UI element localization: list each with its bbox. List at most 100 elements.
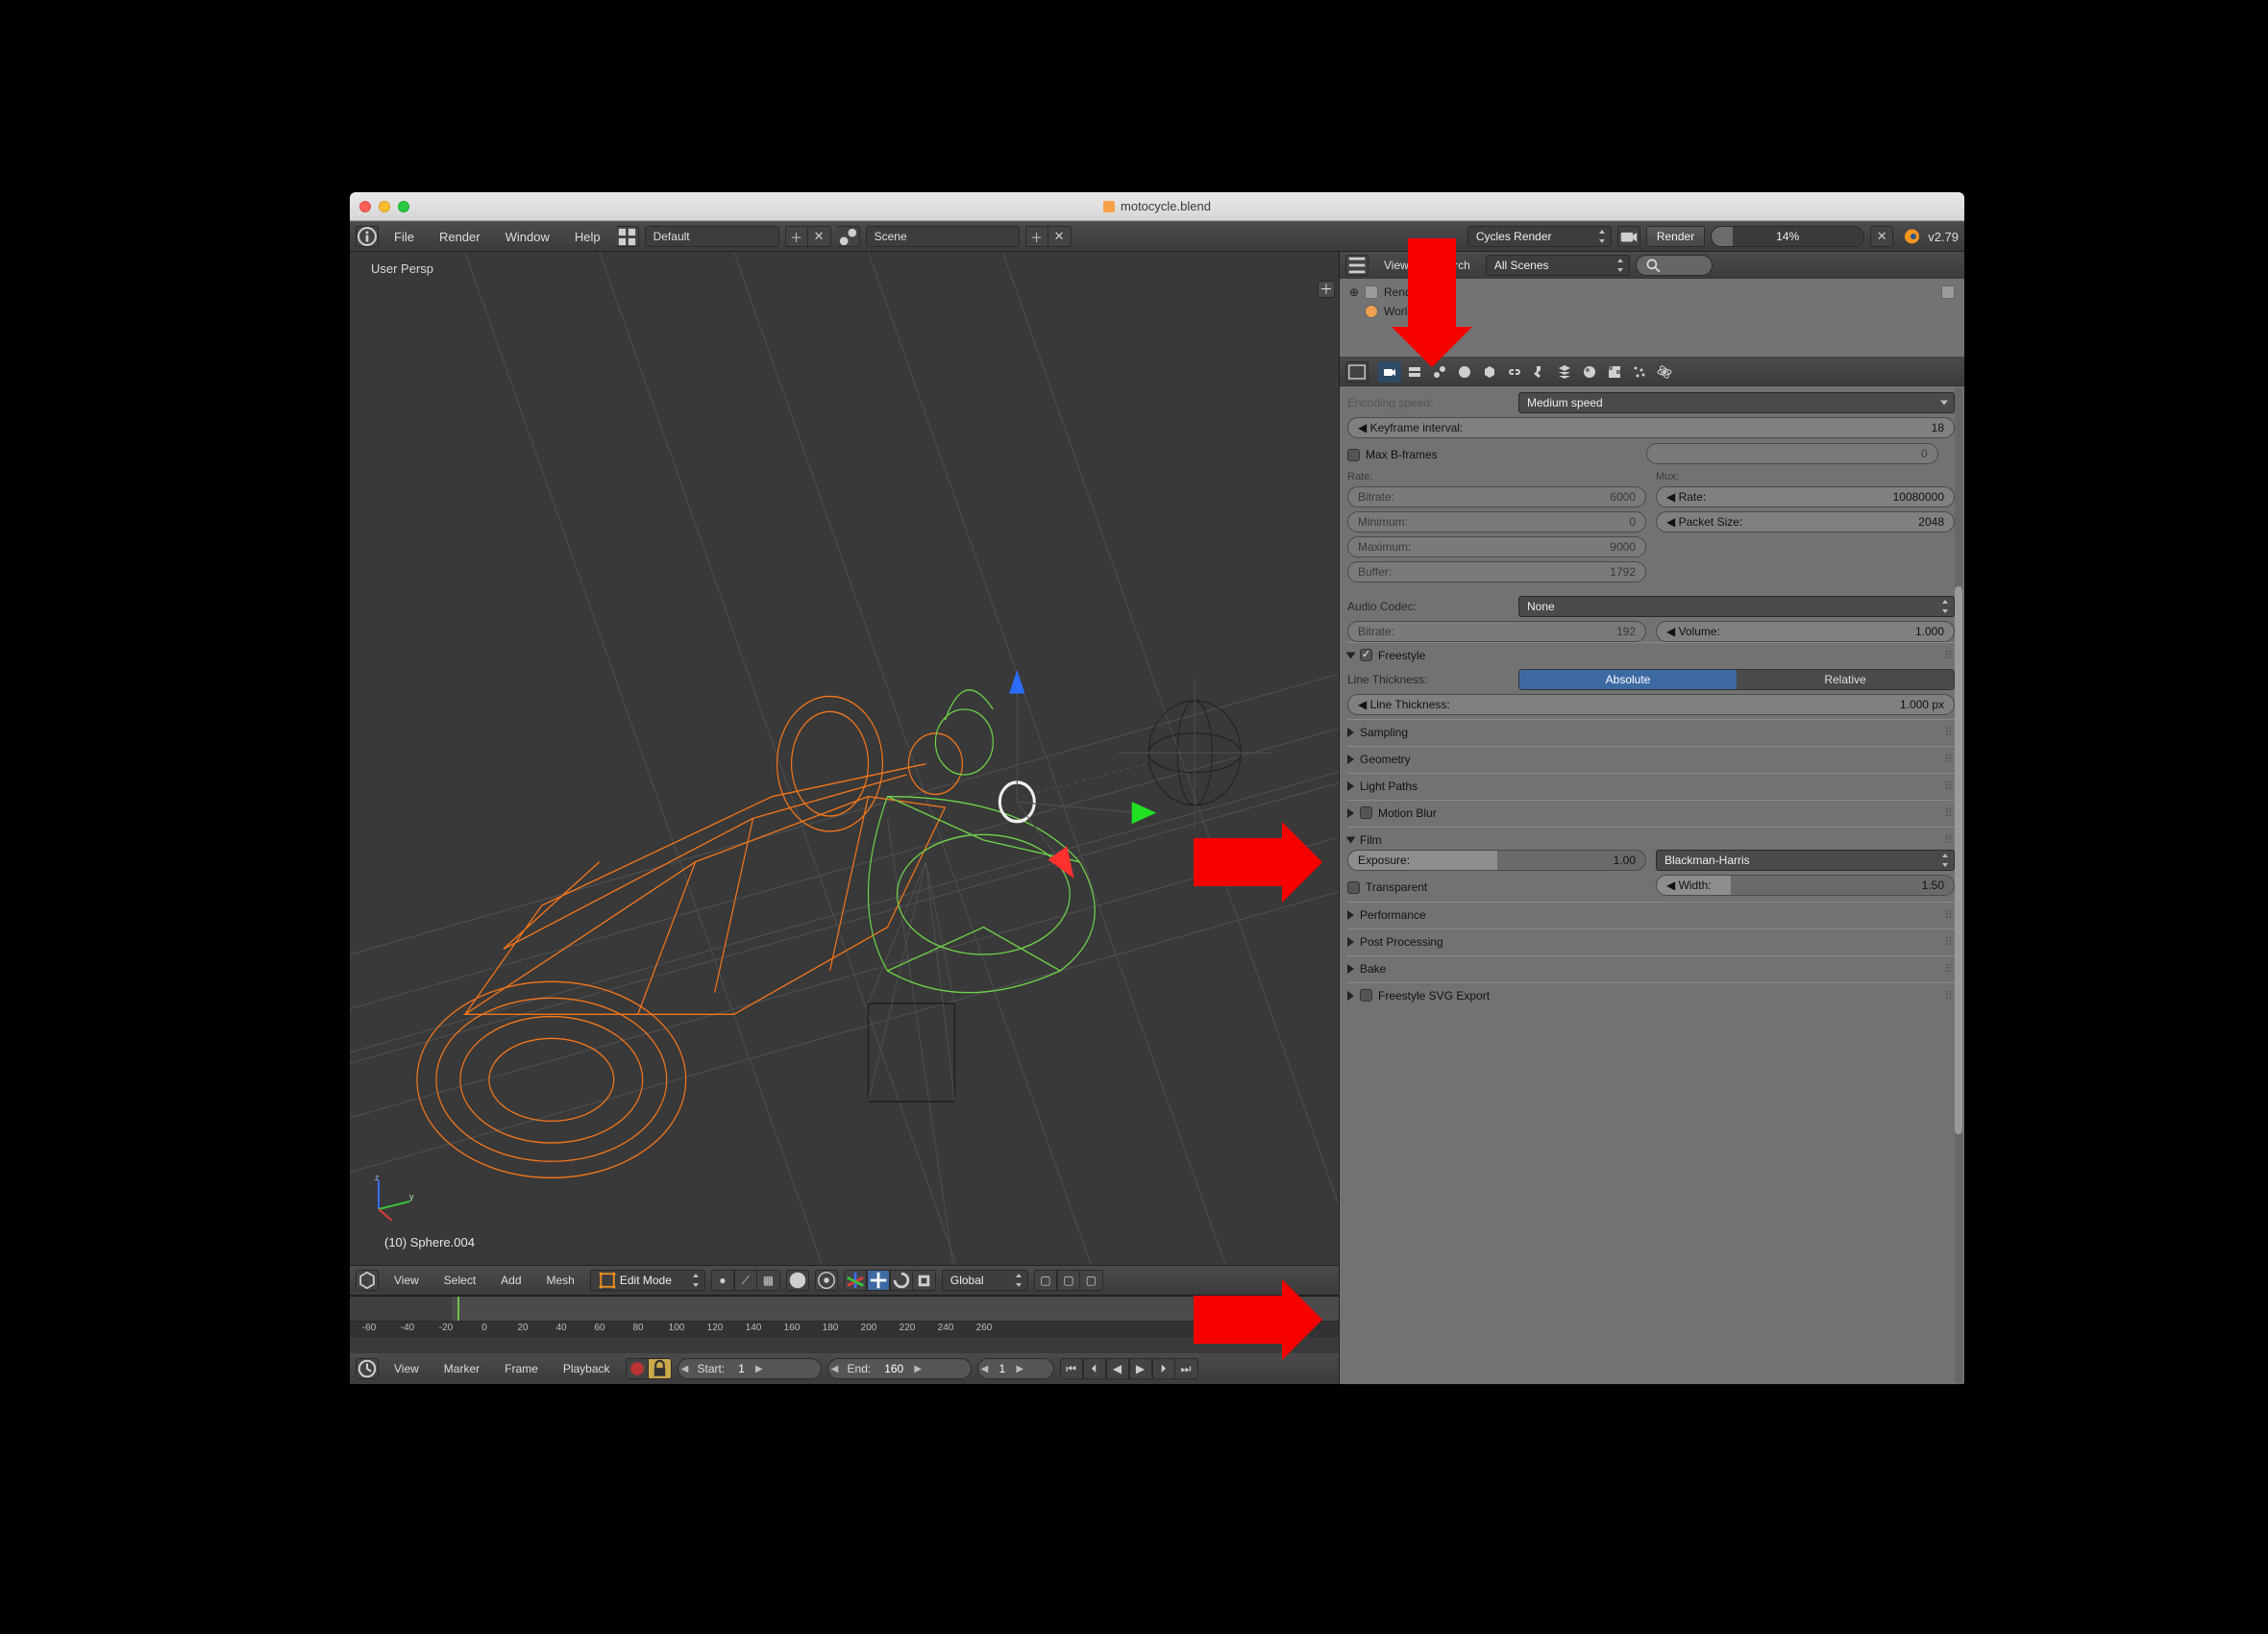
keyframe-interval-field[interactable]: ◀ Keyframe interval:18 bbox=[1347, 417, 1955, 438]
playhead[interactable] bbox=[457, 1297, 459, 1321]
pivot-mode-icon[interactable] bbox=[815, 1270, 838, 1291]
editor-type-timeline-icon[interactable] bbox=[356, 1358, 379, 1379]
line-thickness-mode-toggle[interactable]: Absolute Relative bbox=[1518, 669, 1955, 690]
layout-add-icon[interactable]: ＋ bbox=[785, 226, 808, 247]
step-back-icon[interactable]: ⏴ bbox=[1083, 1358, 1106, 1379]
scene-add-icon[interactable]: ＋ bbox=[1025, 226, 1048, 247]
tl-menu-frame[interactable]: Frame bbox=[495, 1358, 548, 1379]
annotation-arrow-svg-export bbox=[1194, 1296, 1290, 1344]
tab-texture-icon[interactable] bbox=[1603, 361, 1626, 383]
properties-scrollbar[interactable] bbox=[1955, 386, 1962, 1384]
manipulator-rotate-icon[interactable] bbox=[890, 1270, 913, 1291]
menu-window[interactable]: Window bbox=[496, 226, 559, 248]
editor-type-outliner-icon[interactable] bbox=[1345, 255, 1368, 276]
panel-lightpaths-header[interactable]: Light Paths⠿ bbox=[1347, 773, 1955, 796]
panel-geometry-header[interactable]: Geometry⠿ bbox=[1347, 746, 1955, 769]
frame-end-field[interactable]: ◀End:160▶ bbox=[827, 1358, 972, 1379]
3d-viewport[interactable]: User Persp ＋ bbox=[350, 252, 1339, 1265]
autokey-lock-icon[interactable] bbox=[649, 1358, 672, 1379]
freestyle-checkbox[interactable] bbox=[1360, 649, 1372, 661]
scene-delete-icon[interactable]: ✕ bbox=[1048, 226, 1072, 247]
vp-menu-add[interactable]: Add bbox=[491, 1270, 530, 1291]
manipulator-scale-icon[interactable] bbox=[913, 1270, 936, 1291]
panel-postprocessing-header[interactable]: Post Processing⠿ bbox=[1347, 928, 1955, 952]
zoom-traffic-light[interactable] bbox=[398, 201, 409, 212]
jump-end-icon[interactable]: ⏭ bbox=[1175, 1358, 1198, 1379]
render-engine-dropdown[interactable]: Cycles Render bbox=[1467, 226, 1612, 247]
freestyle-svg-checkbox[interactable] bbox=[1360, 989, 1372, 1002]
tab-particles-icon[interactable] bbox=[1628, 361, 1651, 383]
select-edge-icon[interactable]: ⟋ bbox=[734, 1270, 757, 1291]
tl-menu-view[interactable]: View bbox=[384, 1358, 429, 1379]
play-reverse-icon[interactable]: ◀ bbox=[1106, 1358, 1129, 1379]
audio-codec-dropdown[interactable]: None bbox=[1518, 596, 1955, 617]
step-fwd-icon[interactable]: ⏵ bbox=[1152, 1358, 1175, 1379]
shading-mode-icon[interactable] bbox=[786, 1270, 809, 1291]
audio-volume-field[interactable]: ◀ Volume:1.000 bbox=[1656, 621, 1955, 642]
close-traffic-light[interactable] bbox=[359, 201, 371, 212]
screen-layout-icon[interactable] bbox=[616, 226, 639, 247]
render-cancel-icon[interactable]: ✕ bbox=[1870, 226, 1893, 247]
tab-object-icon[interactable] bbox=[1478, 361, 1501, 383]
frame-start-field[interactable]: ◀Start:1▶ bbox=[678, 1358, 822, 1379]
tl-menu-playback[interactable]: Playback bbox=[554, 1358, 620, 1379]
panel-film-header[interactable]: Film⠿ bbox=[1347, 827, 1955, 850]
timeline-track[interactable] bbox=[350, 1297, 1339, 1322]
panel-sampling-header[interactable]: Sampling⠿ bbox=[1347, 719, 1955, 742]
transparent-checkbox[interactable] bbox=[1347, 881, 1360, 894]
render-button[interactable]: Render bbox=[1646, 226, 1705, 247]
vp-menu-select[interactable]: Select bbox=[434, 1270, 485, 1291]
manipulator-axes-icon[interactable] bbox=[844, 1270, 867, 1291]
tab-modifiers-icon[interactable] bbox=[1528, 361, 1551, 383]
scene-browse-icon[interactable] bbox=[837, 226, 860, 247]
layers-2-icon[interactable]: ▢ bbox=[1057, 1270, 1080, 1291]
vp-menu-view[interactable]: View bbox=[384, 1270, 429, 1291]
render-layer-toggle-icon[interactable] bbox=[1941, 285, 1955, 299]
max-bframes-checkbox[interactable] bbox=[1347, 449, 1360, 461]
exposure-field[interactable]: Exposure:1.00 bbox=[1347, 850, 1646, 871]
filter-width-field[interactable]: ◀ Width:1.50 bbox=[1656, 875, 1955, 896]
layers-3-icon[interactable]: ▢ bbox=[1080, 1270, 1103, 1291]
select-face-icon[interactable]: ▦ bbox=[757, 1270, 780, 1291]
panel-freestyle-svg-header[interactable]: Freestyle SVG Export⠿ bbox=[1347, 982, 1955, 1005]
render-camera-icon[interactable] bbox=[1617, 226, 1640, 247]
editor-type-info-icon[interactable] bbox=[356, 226, 379, 247]
panel-freestyle-header[interactable]: Freestyle⠿ bbox=[1347, 642, 1955, 665]
layers-1-icon[interactable]: ▢ bbox=[1034, 1270, 1057, 1291]
vp-menu-mesh[interactable]: Mesh bbox=[537, 1270, 584, 1291]
editor-type-properties-icon[interactable] bbox=[1345, 361, 1368, 383]
current-frame-field[interactable]: ◀1▶ bbox=[977, 1358, 1054, 1379]
mode-dropdown[interactable]: Edit Mode bbox=[590, 1270, 705, 1291]
menu-file[interactable]: File bbox=[384, 226, 424, 248]
scene-field[interactable]: Scene bbox=[866, 226, 1020, 247]
autokey-record-icon[interactable] bbox=[626, 1358, 649, 1379]
tab-material-icon[interactable] bbox=[1578, 361, 1601, 383]
menu-render[interactable]: Render bbox=[430, 226, 490, 248]
minimize-traffic-light[interactable] bbox=[379, 201, 390, 212]
layout-delete-icon[interactable]: ✕ bbox=[808, 226, 831, 247]
tab-constraints-icon[interactable] bbox=[1503, 361, 1526, 383]
screen-layout-field[interactable]: Default bbox=[645, 226, 779, 247]
motionblur-checkbox[interactable] bbox=[1360, 806, 1372, 819]
mux-rate-field[interactable]: ◀ Rate:10080000 bbox=[1656, 486, 1955, 508]
screen-layout-group bbox=[616, 226, 639, 247]
jump-start-icon[interactable]: ⏮ bbox=[1060, 1358, 1083, 1379]
panel-motionblur-header[interactable]: Motion Blur⠿ bbox=[1347, 800, 1955, 823]
mux-packet-field[interactable]: ◀ Packet Size:2048 bbox=[1656, 511, 1955, 532]
panel-performance-header[interactable]: Performance⠿ bbox=[1347, 902, 1955, 925]
orientation-dropdown[interactable]: Global bbox=[942, 1270, 1028, 1291]
panel-bake-header[interactable]: Bake⠿ bbox=[1347, 955, 1955, 978]
tl-menu-marker[interactable]: Marker bbox=[434, 1358, 489, 1379]
tab-physics-icon[interactable] bbox=[1653, 361, 1676, 383]
outliner-display-dropdown[interactable]: All Scenes bbox=[1486, 255, 1630, 276]
menu-help[interactable]: Help bbox=[565, 226, 610, 248]
manipulator-translate-icon[interactable] bbox=[867, 1270, 890, 1291]
tab-data-icon[interactable] bbox=[1553, 361, 1576, 383]
editor-type-3dview-icon[interactable] bbox=[356, 1270, 379, 1291]
outliner-search-input[interactable] bbox=[1636, 255, 1713, 276]
line-thickness-field[interactable]: ◀ Line Thickness:1.000 px bbox=[1347, 694, 1955, 715]
select-vert-icon[interactable]: ● bbox=[711, 1270, 734, 1291]
pixel-filter-dropdown[interactable]: Blackman-Harris bbox=[1656, 850, 1955, 871]
encoding-speed-dropdown[interactable]: Medium speed bbox=[1518, 392, 1955, 413]
play-icon[interactable]: ▶ bbox=[1129, 1358, 1152, 1379]
